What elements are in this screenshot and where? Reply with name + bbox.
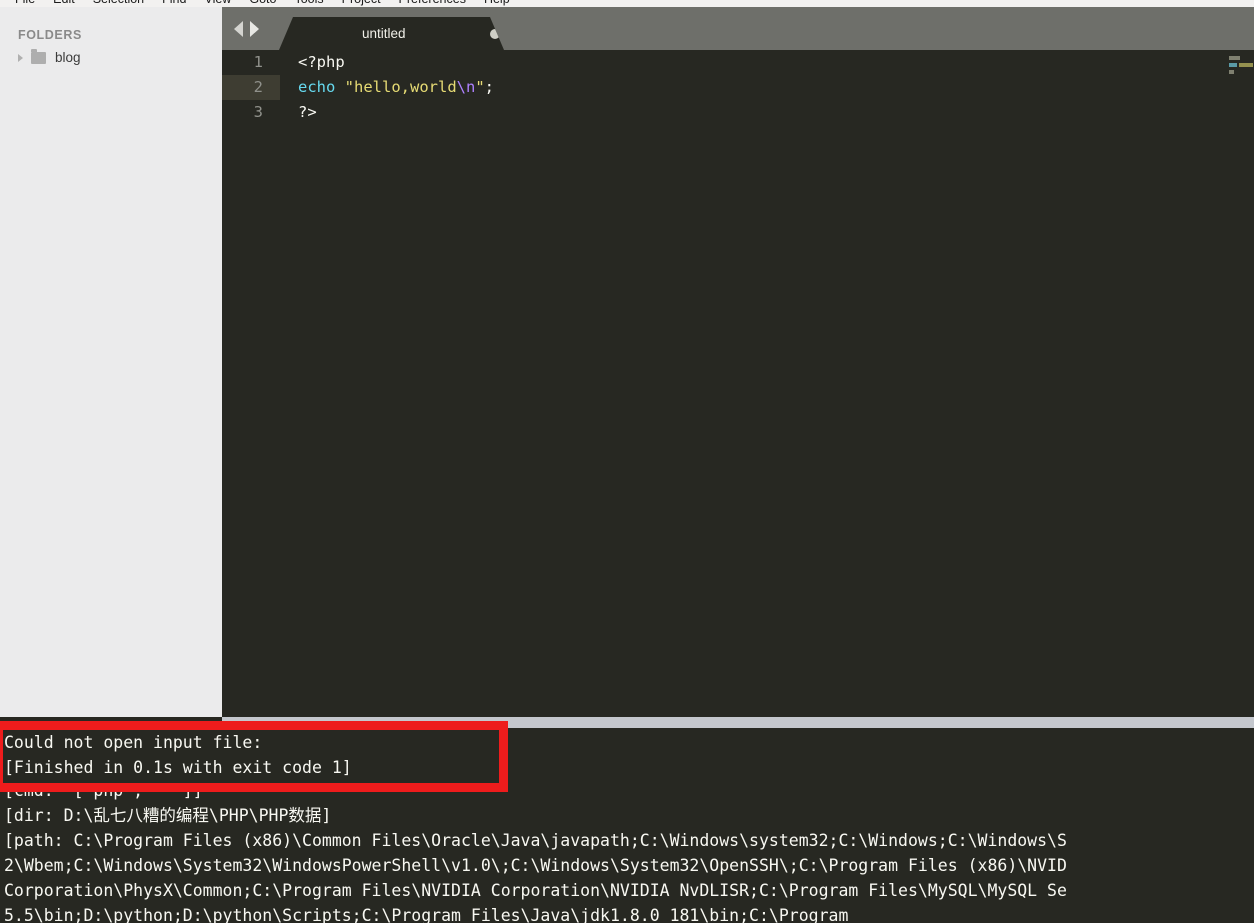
console-result-line: [Finished in 0.1s with exit code 1] bbox=[4, 758, 352, 777]
triangle-right-icon[interactable] bbox=[250, 21, 259, 37]
code-line-text[interactable]: <?php bbox=[298, 50, 345, 75]
console-line: [path: C:\Program Files (x86)\Common Fil… bbox=[4, 831, 1067, 850]
sidebar-folder-label: blog bbox=[55, 50, 81, 65]
sidebar: FOLDERS blog bbox=[0, 7, 222, 717]
code-token: echo bbox=[298, 78, 336, 96]
line-number: 2 bbox=[222, 75, 280, 100]
console-line: 2\Wbem;C:\Windows\System32\WindowsPowerS… bbox=[4, 856, 1067, 875]
minimap-segment bbox=[1239, 63, 1253, 67]
menu-item-find[interactable]: Find bbox=[153, 0, 195, 7]
menu-item-help[interactable]: Help bbox=[475, 0, 519, 7]
console-line: Corporation\PhysX\Common;C:\Program File… bbox=[4, 881, 1067, 900]
code-line[interactable]: 2 echo "hello,world\n"; bbox=[222, 75, 1254, 100]
minimap-row bbox=[1225, 69, 1254, 76]
code-token: " bbox=[475, 78, 485, 96]
code-token: ?> bbox=[298, 103, 317, 121]
minimap-row bbox=[1225, 55, 1254, 62]
tab-label: untitled bbox=[362, 26, 406, 41]
minimap-segment bbox=[1229, 63, 1237, 67]
code-token: <?php bbox=[298, 53, 345, 71]
minimap[interactable] bbox=[1225, 50, 1254, 717]
menu-item-file[interactable]: File bbox=[6, 0, 44, 7]
console-line: 5.5\bin;D:\python;D:\python\Scripts;C:\P… bbox=[4, 906, 849, 923]
tab-navigation-arrows bbox=[234, 21, 259, 37]
menu-item-goto[interactable]: Goto bbox=[240, 0, 285, 7]
sidebar-section-folders-heading: FOLDERS bbox=[18, 28, 82, 42]
code-token: "hello,world bbox=[344, 78, 457, 96]
tab-untitled[interactable]: untitled bbox=[279, 17, 504, 50]
chevron-right-icon[interactable] bbox=[18, 53, 23, 62]
line-number: 1 bbox=[253, 53, 263, 71]
console-line: [dir: D:\乱七八糟的编程\PHP\PHP数据] bbox=[4, 806, 332, 825]
code-line-text[interactable]: ?> bbox=[298, 100, 317, 125]
code-line[interactable]: 3 ?> bbox=[222, 100, 1254, 125]
horizontal-scrollbar[interactable] bbox=[222, 717, 1254, 728]
editor-pane: untitled 1 <?php 2 echo "hello,world\n"; 3 ?> bbox=[222, 7, 1254, 717]
menu-bar-items: File Edit Selection Find View Goto Tools… bbox=[0, 0, 519, 7]
build-output-result: Could not open input file: [Finished in 0… bbox=[0, 730, 1254, 792]
code-line[interactable]: 1 <?php bbox=[222, 50, 1254, 75]
console-result-line: Could not open input file: bbox=[4, 733, 263, 752]
menu-item-tools[interactable]: Tools bbox=[285, 0, 332, 7]
code-line-text[interactable]: echo "hello,world\n"; bbox=[298, 75, 494, 100]
minimap-row bbox=[1225, 62, 1254, 69]
menu-item-edit[interactable]: Edit bbox=[44, 0, 84, 7]
menu-item-preferences[interactable]: Preferences bbox=[390, 0, 475, 7]
triangle-left-icon[interactable] bbox=[234, 21, 243, 37]
code-token: ; bbox=[484, 78, 495, 96]
tab-bar: untitled bbox=[222, 7, 1254, 50]
menu-item-project[interactable]: Project bbox=[333, 0, 390, 7]
folder-icon bbox=[31, 49, 46, 64]
menu-item-selection[interactable]: Selection bbox=[84, 0, 153, 7]
line-number: 3 bbox=[253, 103, 263, 121]
menu-bar: File Edit Selection Find View Goto Tools… bbox=[0, 0, 1254, 7]
sidebar-folder-blog[interactable]: blog bbox=[0, 42, 222, 65]
minimap-segment bbox=[1229, 56, 1240, 60]
minimap-segment bbox=[1229, 70, 1234, 74]
code-editor[interactable]: 1 <?php 2 echo "hello,world\n"; 3 ?> bbox=[222, 50, 1254, 717]
unsaved-changes-dot-icon[interactable] bbox=[490, 28, 500, 39]
menu-item-view[interactable]: View bbox=[195, 0, 240, 7]
code-token: \n bbox=[456, 78, 476, 96]
